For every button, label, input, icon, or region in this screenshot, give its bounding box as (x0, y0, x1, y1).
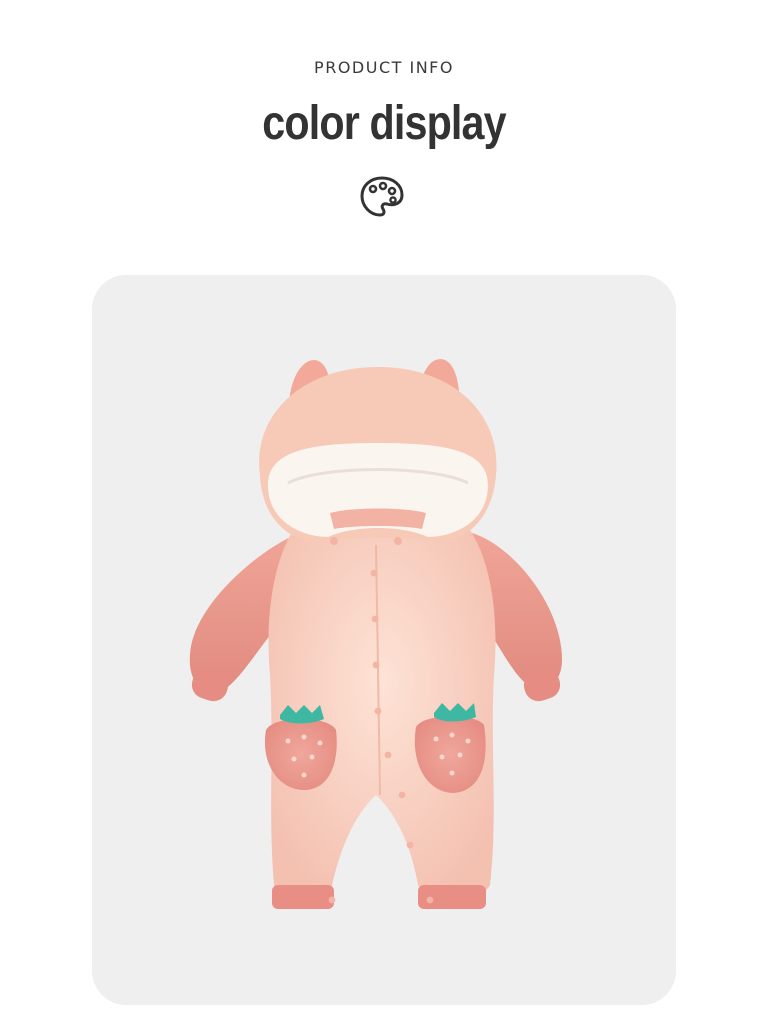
product-info-kicker: PRODUCT INFO (314, 58, 454, 77)
baby-romper-image (189, 359, 562, 909)
palette-icon (360, 176, 404, 217)
romper-body (268, 506, 496, 899)
product-image-card (92, 275, 676, 1005)
page-title: color display (262, 97, 506, 150)
